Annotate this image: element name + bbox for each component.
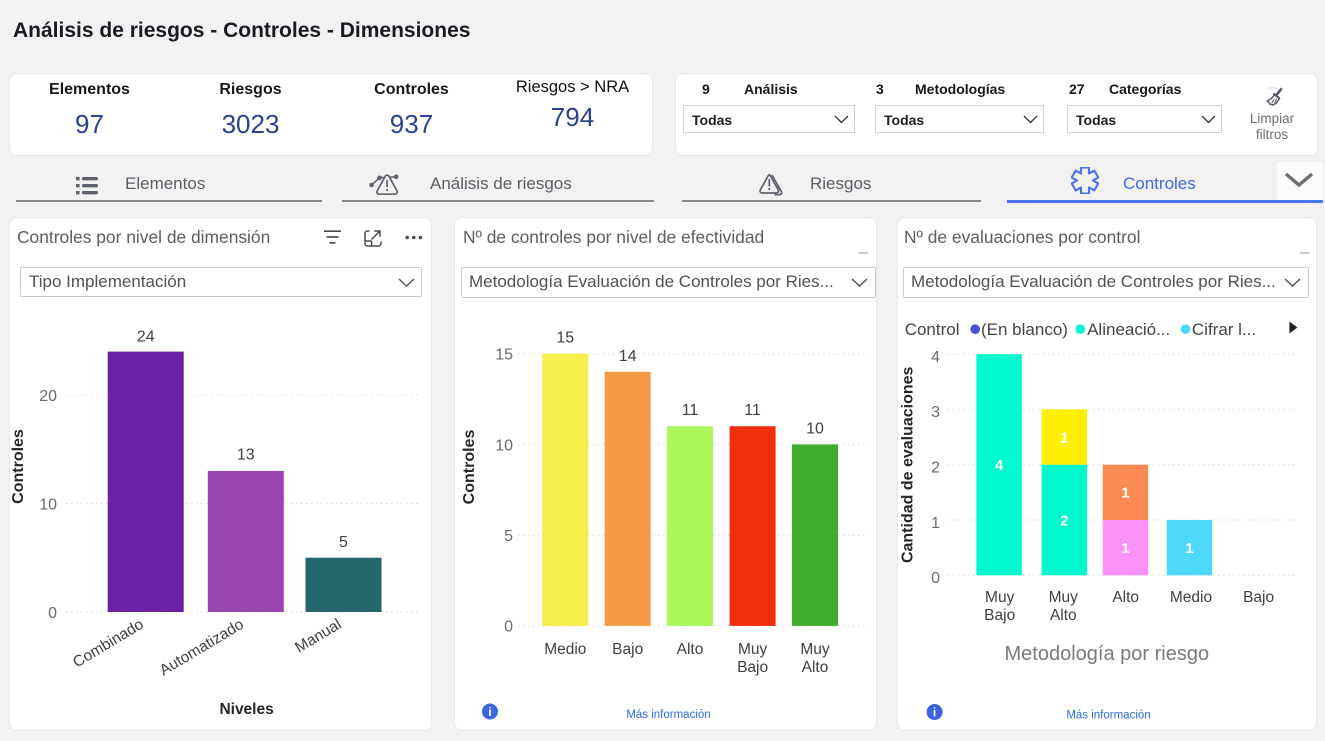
svg-text:1: 1: [1121, 485, 1129, 502]
svg-text:13: 13: [237, 446, 255, 463]
svg-text:1: 1: [931, 515, 940, 532]
svg-text:Cifrar l...: Cifrar l...: [1192, 320, 1256, 339]
svg-text:24: 24: [137, 329, 155, 346]
svg-text:0: 0: [48, 605, 57, 622]
svg-text:5: 5: [504, 528, 513, 545]
svg-text:i: i: [933, 706, 936, 720]
svg-text:11: 11: [682, 402, 699, 419]
svg-text:4: 4: [995, 457, 1004, 474]
svg-text:Muy: Muy: [800, 641, 830, 658]
svg-text:0: 0: [931, 570, 940, 587]
svg-text:Alto: Alto: [677, 641, 704, 658]
svg-text:15: 15: [556, 330, 574, 347]
svg-text:1: 1: [1121, 540, 1129, 557]
svg-text:1: 1: [1060, 429, 1068, 446]
svg-text:1: 1: [1185, 540, 1193, 557]
svg-text:Combinado: Combinado: [70, 616, 147, 671]
svg-text:Muy: Muy: [738, 641, 768, 658]
svg-text:4: 4: [931, 349, 940, 366]
svg-text:11: 11: [744, 402, 761, 419]
svg-text:Bajo: Bajo: [984, 607, 1015, 624]
svg-text:20: 20: [39, 388, 57, 405]
svg-text:Automatizado: Automatizado: [157, 616, 247, 679]
svg-text:Niveles: Niveles: [219, 701, 273, 718]
svg-text:0: 0: [504, 619, 513, 636]
svg-text:Medio: Medio: [1170, 589, 1212, 606]
svg-text:(En blanco): (En blanco): [981, 320, 1068, 339]
svg-text:Alto: Alto: [1112, 589, 1139, 606]
svg-text:10: 10: [806, 420, 824, 437]
svg-text:Controles: Controles: [461, 430, 478, 505]
svg-text:Bajo: Bajo: [612, 641, 643, 658]
svg-text:10: 10: [495, 437, 513, 454]
svg-text:10: 10: [39, 496, 57, 513]
svg-text:15: 15: [495, 347, 513, 364]
svg-text:2: 2: [931, 460, 940, 477]
svg-text:Muy: Muy: [985, 589, 1015, 606]
svg-text:Alto: Alto: [802, 659, 829, 676]
svg-text:Bajo: Bajo: [1243, 589, 1274, 606]
svg-text:Alineació...: Alineació...: [1087, 320, 1170, 339]
svg-text:Muy: Muy: [1049, 589, 1079, 606]
svg-text:Más información: Más información: [1066, 710, 1150, 722]
svg-text:14: 14: [619, 348, 637, 365]
svg-text:Más información: Más información: [626, 709, 710, 721]
svg-text:3: 3: [931, 404, 940, 421]
svg-text:2: 2: [1060, 512, 1068, 529]
svg-text:Alto: Alto: [1050, 607, 1077, 624]
svg-text:Cantidad de evaluaciones: Cantidad de evaluaciones: [900, 366, 917, 563]
svg-text:Medio: Medio: [544, 641, 586, 658]
svg-text:Bajo: Bajo: [737, 659, 768, 676]
svg-text:5: 5: [339, 534, 348, 551]
svg-text:Manual: Manual: [292, 616, 344, 657]
svg-text:Controles: Controles: [10, 429, 27, 504]
svg-text:i: i: [488, 705, 491, 719]
svg-text:Control: Control: [905, 320, 960, 339]
svg-text:Metodología por riesgo: Metodología por riesgo: [1005, 643, 1210, 665]
